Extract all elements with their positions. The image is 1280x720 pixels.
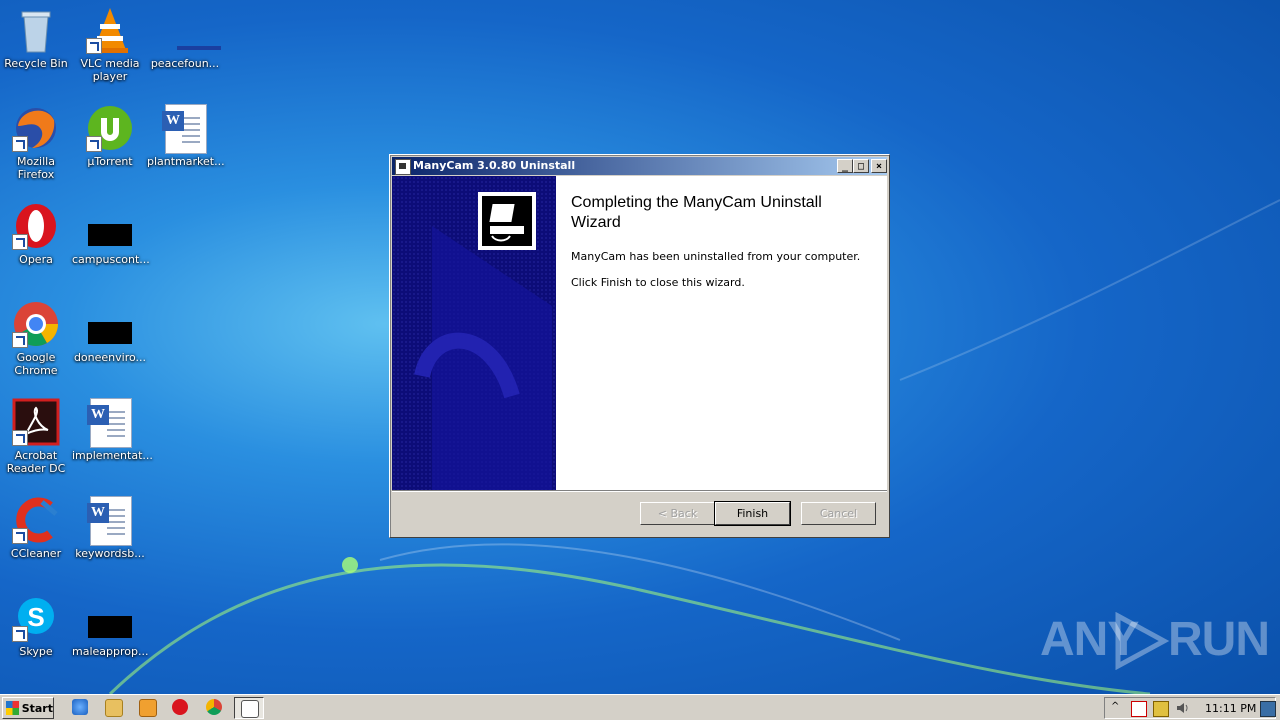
start-button[interactable]: Start <box>2 697 54 719</box>
desktop-icon-label: Skype <box>19 645 53 658</box>
desktop-icon-label: keywordsb... <box>75 547 145 560</box>
desktop-icon-acrobat[interactable]: Acrobat Reader DC <box>0 398 74 475</box>
close-button[interactable]: × <box>871 159 887 173</box>
desktop-icon-plantmarket[interactable]: W plantmarket... <box>147 104 225 168</box>
desktop-icon-keywordsb[interactable]: W keywordsb... <box>72 496 148 560</box>
desktop-icon-label: µTorrent <box>87 155 133 168</box>
installer-app-icon <box>241 700 259 718</box>
wizard-body: Completing the ManyCam Uninstall Wizard … <box>392 176 887 490</box>
shortcut-arrow-icon <box>12 430 28 446</box>
desktop-icon-chrome[interactable]: Google Chrome <box>0 300 74 377</box>
desktop-icon-vlc[interactable]: VLC media player <box>72 6 148 83</box>
finish-button[interactable]: Finish <box>714 501 791 526</box>
desktop-icon-opera[interactable]: Opera <box>0 202 74 266</box>
firefox-icon <box>12 104 60 152</box>
shortcut-arrow-icon <box>86 136 102 152</box>
system-tray: ^ 11:11 PM <box>1104 697 1276 719</box>
svg-text:S: S <box>27 602 44 632</box>
taskbar: Start ^ 11:11 PM <box>0 694 1280 720</box>
start-label: Start <box>21 701 53 715</box>
back-button[interactable]: < Back <box>640 502 715 525</box>
desktop-icon-firefox[interactable]: Mozilla Firefox <box>0 104 74 181</box>
file-icon <box>161 6 221 54</box>
vlc-cone-icon <box>86 6 134 54</box>
button-separator <box>392 490 887 492</box>
shortcut-arrow-icon <box>86 38 102 54</box>
chrome-taskbar-icon[interactable] <box>206 699 222 715</box>
desktop-icon-label: Recycle Bin <box>4 57 68 70</box>
desktop-icon-maleapprop[interactable]: maleapprop... <box>72 594 148 658</box>
manycam-logo <box>478 192 536 250</box>
word-document-icon: W <box>161 104 209 154</box>
internet-explorer-icon[interactable] <box>72 699 88 715</box>
windows-flag-icon <box>6 701 19 715</box>
uninstall-wizard-window: ManyCam 3.0.80 Uninstall _ □ × Completin… <box>389 154 890 538</box>
chrome-icon <box>12 300 60 348</box>
desktop-icon-label: implementat... <box>72 449 153 462</box>
desktop-icon-label: Google Chrome <box>14 351 58 377</box>
desktop-icon-ccleaner[interactable]: CCleaner <box>0 496 74 560</box>
file-explorer-icon[interactable] <box>105 699 123 717</box>
desktop-icon-label: Mozilla Firefox <box>17 155 55 181</box>
network-icon[interactable] <box>1153 701 1169 717</box>
ccleaner-icon <box>12 496 60 544</box>
opera-icon <box>12 202 60 250</box>
desktop-icon-skype[interactable]: S Skype <box>0 594 74 658</box>
desktop-icon-label: maleapprop... <box>72 645 149 658</box>
title-bar[interactable]: ManyCam 3.0.80 Uninstall _ □ × <box>392 157 887 175</box>
uninstalled-message: ManyCam has been uninstalled from your c… <box>571 250 861 263</box>
shortcut-arrow-icon <box>12 626 28 642</box>
desktop-icon-label: doneenviro... <box>73 351 147 364</box>
media-player-icon[interactable] <box>139 699 157 717</box>
webcam-icon <box>489 204 524 242</box>
minimize-button[interactable]: _ <box>837 159 853 173</box>
recycle-bin-icon <box>12 6 60 54</box>
desktop-icon-utorrent[interactable]: µTorrent <box>72 104 148 168</box>
show-desktop-icon[interactable] <box>1260 701 1276 717</box>
desktop-icon-doneenviro[interactable]: doneenviro... <box>72 300 148 364</box>
clock[interactable]: 11:11 PM <box>1205 702 1256 715</box>
word-document-icon: W <box>86 398 134 448</box>
desktop-icon-label: Acrobat Reader DC <box>6 449 66 475</box>
finish-instruction: Click Finish to close this wizard. <box>571 276 745 289</box>
installer-app-icon <box>395 159 411 175</box>
window-title: ManyCam 3.0.80 Uninstall <box>413 159 576 172</box>
desktop-icon-label: VLC media player <box>80 57 140 83</box>
skype-icon: S <box>12 594 60 642</box>
watermark-play-icon <box>1115 612 1170 670</box>
opera-taskbar-icon[interactable] <box>172 699 188 715</box>
desktop-icon-recycle-bin[interactable]: Recycle Bin <box>0 6 74 70</box>
acrobat-icon <box>12 398 60 446</box>
volume-icon[interactable] <box>1175 701 1189 715</box>
desktop-icon-peacefoun[interactable]: peacefoun... <box>147 6 223 70</box>
watermark-run: RUN <box>1168 613 1270 666</box>
shortcut-arrow-icon <box>12 528 28 544</box>
shortcut-arrow-icon <box>12 332 28 348</box>
taskbar-uninstaller-button[interactable] <box>234 697 264 719</box>
desktop-icon-campuscont[interactable]: campuscont... <box>72 202 150 266</box>
file-icon <box>86 300 134 348</box>
action-center-icon[interactable] <box>1131 701 1147 717</box>
desktop-icon-label: peacefoun... <box>150 57 220 70</box>
cancel-button[interactable]: Cancel <box>801 502 876 525</box>
desktop-icon-label: CCleaner <box>10 547 62 560</box>
show-hidden-icons-icon[interactable]: ^ <box>1111 701 1125 715</box>
desktop-icon-implementat[interactable]: W implementat... <box>72 398 153 462</box>
wizard-side-banner <box>392 176 556 490</box>
wizard-heading: Completing the ManyCam Uninstall Wizard <box>571 194 822 231</box>
desktop-icon-label: campuscont... <box>72 253 150 266</box>
shortcut-arrow-icon <box>12 234 28 250</box>
file-icon <box>86 594 134 642</box>
desktop-icon-label: Opera <box>19 253 53 266</box>
shortcut-arrow-icon <box>12 136 28 152</box>
utorrent-icon <box>86 104 134 152</box>
desktop-icon-label: plantmarket... <box>147 155 225 168</box>
file-icon <box>86 202 134 250</box>
word-document-icon: W <box>86 496 134 546</box>
maximize-button[interactable]: □ <box>853 159 869 173</box>
